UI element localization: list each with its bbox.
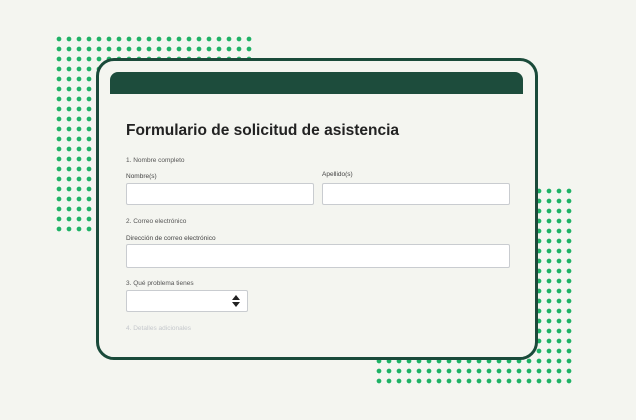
problem-select[interactable] [126, 290, 248, 312]
support-request-form: Formulario de solicitud de asistencia 1.… [110, 94, 523, 357]
email-address-label: Dirección de correo electrónico [126, 235, 216, 242]
question-email-label: 2. Correo electrónico [126, 218, 187, 225]
form-header-bar [110, 72, 523, 94]
question-additional-details-label: 4. Detalles adicionales [126, 325, 192, 332]
form-preview-card: Formulario de solicitud de asistencia 1.… [96, 58, 538, 360]
first-name-label: Nombre(s) [126, 173, 157, 180]
last-name-input[interactable] [322, 183, 510, 205]
email-address-input[interactable] [126, 244, 510, 268]
first-name-input[interactable] [126, 183, 314, 205]
question-problem-label: 3. Qué problema tienes [126, 280, 194, 287]
question-full-name-label: 1. Nombre completo [126, 157, 185, 164]
up-down-arrows-icon [232, 295, 240, 307]
last-name-label: Apellido(s) [322, 171, 353, 178]
form-title: Formulario de solicitud de asistencia [126, 122, 400, 139]
